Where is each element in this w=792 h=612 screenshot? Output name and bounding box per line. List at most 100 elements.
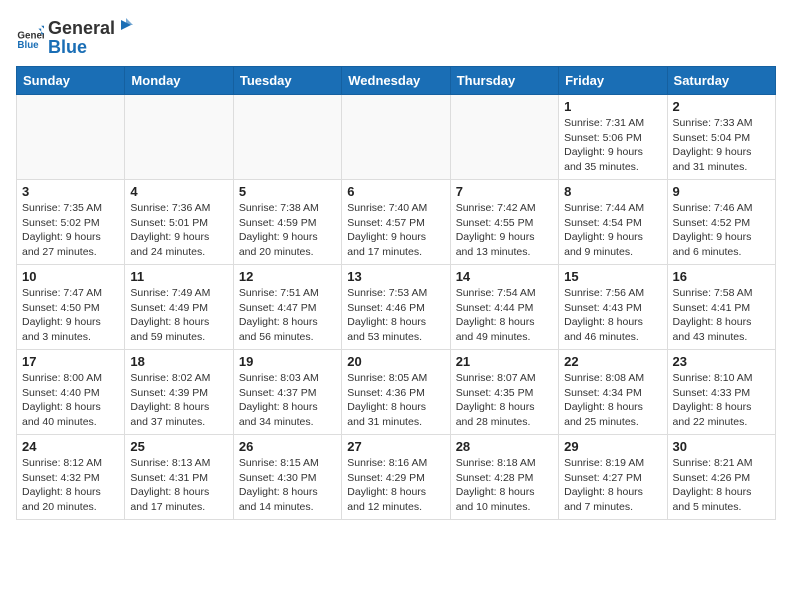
day-cell-13: 13 Sunrise: 7:53 AM Sunset: 4:46 PM Dayli… [342, 265, 450, 350]
day-number: 27 [347, 439, 444, 454]
day-cell-26: 26 Sunrise: 8:15 AM Sunset: 4:30 PM Dayli… [233, 435, 341, 520]
day-cell-24: 24 Sunrise: 8:12 AM Sunset: 4:32 PM Dayli… [17, 435, 125, 520]
day-number: 12 [239, 269, 336, 284]
day-info: Sunrise: 7:53 AM Sunset: 4:46 PM Dayligh… [347, 286, 444, 345]
day-info: Sunrise: 7:51 AM Sunset: 4:47 PM Dayligh… [239, 286, 336, 345]
day-cell-18: 18 Sunrise: 8:02 AM Sunset: 4:39 PM Dayli… [125, 350, 233, 435]
day-number: 29 [564, 439, 661, 454]
day-info: Sunrise: 7:36 AM Sunset: 5:01 PM Dayligh… [130, 201, 227, 260]
day-number: 7 [456, 184, 553, 199]
day-info: Sunrise: 7:38 AM Sunset: 4:59 PM Dayligh… [239, 201, 336, 260]
logo-arrow-icon [117, 16, 135, 34]
empty-cell [233, 95, 341, 180]
day-cell-30: 30 Sunrise: 8:21 AM Sunset: 4:26 PM Dayli… [667, 435, 775, 520]
day-number: 6 [347, 184, 444, 199]
col-header-tuesday: Tuesday [233, 67, 341, 95]
day-number: 3 [22, 184, 119, 199]
day-number: 21 [456, 354, 553, 369]
day-number: 26 [239, 439, 336, 454]
day-number: 2 [673, 99, 770, 114]
empty-cell [450, 95, 558, 180]
svg-text:Blue: Blue [17, 40, 39, 51]
day-info: Sunrise: 7:31 AM Sunset: 5:06 PM Dayligh… [564, 116, 661, 175]
day-cell-1: 1 Sunrise: 7:31 AM Sunset: 5:06 PM Daylig… [559, 95, 667, 180]
day-cell-3: 3 Sunrise: 7:35 AM Sunset: 5:02 PM Daylig… [17, 180, 125, 265]
day-info: Sunrise: 7:49 AM Sunset: 4:49 PM Dayligh… [130, 286, 227, 345]
calendar: SundayMondayTuesdayWednesdayThursdayFrid… [16, 66, 776, 520]
day-cell-6: 6Sunrise: 7:40 AM Sunset: 4:57 PM Daylig… [342, 180, 450, 265]
col-header-sunday: Sunday [17, 67, 125, 95]
day-info: Sunrise: 8:08 AM Sunset: 4:34 PM Dayligh… [564, 371, 661, 430]
day-info: Sunrise: 8:21 AM Sunset: 4:26 PM Dayligh… [673, 456, 770, 515]
day-number: 20 [347, 354, 444, 369]
day-number: 17 [22, 354, 119, 369]
day-cell-29: 29 Sunrise: 8:19 AM Sunset: 4:27 PM Dayli… [559, 435, 667, 520]
day-cell-2: 2 Sunrise: 7:33 AM Sunset: 5:04 PM Daylig… [667, 95, 775, 180]
day-cell-9: 9Sunrise: 7:46 AM Sunset: 4:52 PM Daylig… [667, 180, 775, 265]
day-info: Sunrise: 8:02 AM Sunset: 4:39 PM Dayligh… [130, 371, 227, 430]
day-cell-28: 28Sunrise: 8:18 AM Sunset: 4:28 PM Dayli… [450, 435, 558, 520]
day-info: Sunrise: 8:19 AM Sunset: 4:27 PM Dayligh… [564, 456, 661, 515]
day-info: Sunrise: 8:05 AM Sunset: 4:36 PM Dayligh… [347, 371, 444, 430]
day-cell-15: 15 Sunrise: 7:56 AM Sunset: 4:43 PM Dayli… [559, 265, 667, 350]
day-cell-19: 19 Sunrise: 8:03 AM Sunset: 4:37 PM Dayli… [233, 350, 341, 435]
day-info: Sunrise: 7:33 AM Sunset: 5:04 PM Dayligh… [673, 116, 770, 175]
day-number: 1 [564, 99, 661, 114]
day-cell-12: 12 Sunrise: 7:51 AM Sunset: 4:47 PM Dayli… [233, 265, 341, 350]
day-cell-25: 25Sunrise: 8:13 AM Sunset: 4:31 PM Dayli… [125, 435, 233, 520]
day-info: Sunrise: 8:15 AM Sunset: 4:30 PM Dayligh… [239, 456, 336, 515]
day-info: Sunrise: 8:00 AM Sunset: 4:40 PM Dayligh… [22, 371, 119, 430]
day-cell-27: 27 Sunrise: 8:16 AM Sunset: 4:29 PM Dayli… [342, 435, 450, 520]
day-number: 10 [22, 269, 119, 284]
day-info: Sunrise: 8:18 AM Sunset: 4:28 PM Dayligh… [456, 456, 553, 515]
day-info: Sunrise: 8:12 AM Sunset: 4:32 PM Dayligh… [22, 456, 119, 515]
day-number: 9 [673, 184, 770, 199]
day-info: Sunrise: 7:58 AM Sunset: 4:41 PM Dayligh… [673, 286, 770, 345]
header: General Blue General Blue [16, 16, 776, 58]
col-header-friday: Friday [559, 67, 667, 95]
day-cell-21: 21 Sunrise: 8:07 AM Sunset: 4:35 PM Dayli… [450, 350, 558, 435]
day-info: Sunrise: 7:44 AM Sunset: 4:54 PM Dayligh… [564, 201, 661, 260]
day-info: Sunrise: 7:56 AM Sunset: 4:43 PM Dayligh… [564, 286, 661, 345]
week-row-3: 10 Sunrise: 7:47 AM Sunset: 4:50 PM Dayli… [17, 265, 776, 350]
day-cell-17: 17 Sunrise: 8:00 AM Sunset: 4:40 PM Dayli… [17, 350, 125, 435]
day-cell-4: 4 Sunrise: 7:36 AM Sunset: 5:01 PM Daylig… [125, 180, 233, 265]
day-info: Sunrise: 7:35 AM Sunset: 5:02 PM Dayligh… [22, 201, 119, 260]
logo-blue-text: Blue [48, 37, 135, 58]
day-number: 19 [239, 354, 336, 369]
day-number: 14 [456, 269, 553, 284]
day-cell-22: 22 Sunrise: 8:08 AM Sunset: 4:34 PM Dayli… [559, 350, 667, 435]
col-header-thursday: Thursday [450, 67, 558, 95]
day-cell-7: 7 Sunrise: 7:42 AM Sunset: 4:55 PM Daylig… [450, 180, 558, 265]
day-number: 22 [564, 354, 661, 369]
col-header-saturday: Saturday [667, 67, 775, 95]
day-cell-10: 10 Sunrise: 7:47 AM Sunset: 4:50 PM Dayli… [17, 265, 125, 350]
day-number: 16 [673, 269, 770, 284]
week-row-4: 17 Sunrise: 8:00 AM Sunset: 4:40 PM Dayli… [17, 350, 776, 435]
day-number: 25 [130, 439, 227, 454]
week-row-1: 1 Sunrise: 7:31 AM Sunset: 5:06 PM Daylig… [17, 95, 776, 180]
col-header-monday: Monday [125, 67, 233, 95]
day-number: 11 [130, 269, 227, 284]
week-row-2: 3 Sunrise: 7:35 AM Sunset: 5:02 PM Daylig… [17, 180, 776, 265]
day-number: 18 [130, 354, 227, 369]
day-number: 13 [347, 269, 444, 284]
day-number: 15 [564, 269, 661, 284]
col-header-wednesday: Wednesday [342, 67, 450, 95]
day-info: Sunrise: 7:47 AM Sunset: 4:50 PM Dayligh… [22, 286, 119, 345]
empty-cell [17, 95, 125, 180]
day-info: Sunrise: 7:54 AM Sunset: 4:44 PM Dayligh… [456, 286, 553, 345]
day-info: Sunrise: 8:03 AM Sunset: 4:37 PM Dayligh… [239, 371, 336, 430]
day-info: Sunrise: 8:07 AM Sunset: 4:35 PM Dayligh… [456, 371, 553, 430]
day-number: 24 [22, 439, 119, 454]
day-cell-16: 16 Sunrise: 7:58 AM Sunset: 4:41 PM Dayli… [667, 265, 775, 350]
week-row-5: 24 Sunrise: 8:12 AM Sunset: 4:32 PM Dayli… [17, 435, 776, 520]
day-number: 4 [130, 184, 227, 199]
day-number: 5 [239, 184, 336, 199]
day-number: 30 [673, 439, 770, 454]
day-info: Sunrise: 7:42 AM Sunset: 4:55 PM Dayligh… [456, 201, 553, 260]
logo-general-text: General [48, 18, 115, 39]
empty-cell [342, 95, 450, 180]
logo: General Blue General Blue [16, 16, 135, 58]
day-info: Sunrise: 8:16 AM Sunset: 4:29 PM Dayligh… [347, 456, 444, 515]
